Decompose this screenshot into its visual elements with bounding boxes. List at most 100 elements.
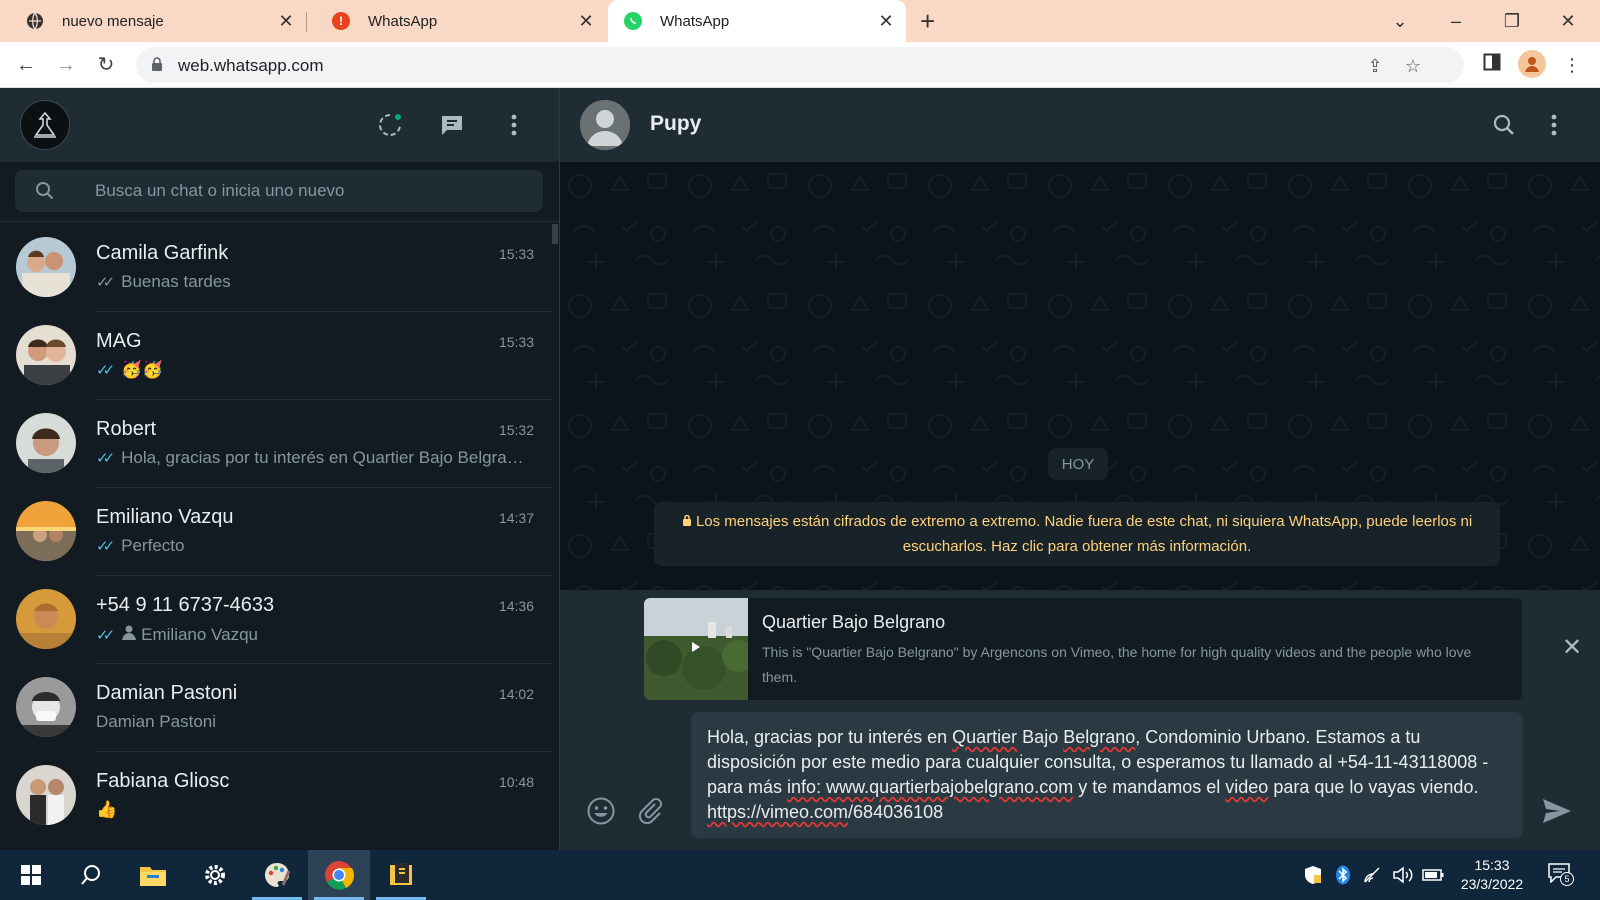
- tab-close-icon[interactable]: ✕: [276, 11, 296, 31]
- chat-preview: ✓✓ Hola, gracias por tu interés en Quart…: [96, 448, 526, 467]
- chat-sidebar: Camila Garfink 15:33 ✓✓ Buenas tardes MA…: [0, 88, 560, 850]
- back-arrow-icon[interactable]: ←: [12, 51, 40, 79]
- browser-menu-icon[interactable]: ⋮: [1558, 51, 1586, 79]
- forward-arrow-icon[interactable]: →: [52, 51, 80, 79]
- chat-time: 14:37: [498, 510, 534, 526]
- composer-area: Quartier Bajo Belgrano This is "Quartier…: [560, 590, 1600, 850]
- clock-date: 23/3/2022: [1460, 876, 1524, 892]
- date-chip: HOY: [1048, 448, 1108, 480]
- emoji-icon[interactable]: [584, 794, 618, 828]
- notifications-icon[interactable]: 5: [1548, 862, 1574, 886]
- double-check-icon: ✓✓: [96, 450, 115, 467]
- lock-icon: [150, 56, 164, 72]
- window-close-icon[interactable]: ✕: [1540, 0, 1596, 42]
- volume-icon[interactable]: [1392, 864, 1414, 886]
- sidebar-header: [0, 88, 559, 162]
- contact-default-avatar[interactable]: [580, 100, 630, 150]
- windows-taskbar: 15:33 23/3/2022 5: [0, 850, 1600, 900]
- bluetooth-icon[interactable]: [1332, 864, 1354, 886]
- chat-item-fabiana-gliosc[interactable]: Fabiana Gliosc 10:48 👍: [0, 750, 552, 840]
- tab-whatsapp-error[interactable]: ! WhatsApp ✕: [306, 0, 606, 42]
- chat-list: Camila Garfink 15:33 ✓✓ Buenas tardes MA…: [0, 222, 552, 850]
- notification-count-badge: 5: [1560, 872, 1574, 886]
- browser-toolbar: ← → ↻ web.whatsapp.com ⇪ ☆ ⋮: [0, 42, 1600, 88]
- chat-name: Fabiana Gliosc: [96, 770, 230, 792]
- contact-avatar: [16, 589, 76, 649]
- share-icon[interactable]: ⇪: [1362, 53, 1388, 79]
- tab-close-icon[interactable]: ✕: [876, 11, 896, 31]
- file-explorer-icon[interactable]: [122, 850, 184, 900]
- my-avatar[interactable]: [20, 100, 70, 150]
- chat-item-phone-number[interactable]: +54 9 11 6737-4633 14:36 ✓✓ Emiliano Vaz…: [0, 574, 552, 664]
- chat-preview: Damian Pastoni: [96, 712, 217, 731]
- link-preview[interactable]: Quartier Bajo Belgrano This is "Quartier…: [644, 598, 1522, 700]
- message-input[interactable]: Hola, gracias por tu interés en Quartier…: [691, 712, 1523, 838]
- taskbar-search-icon[interactable]: [60, 850, 122, 900]
- chat-item-robert[interactable]: Robert 15:32 ✓✓ Hola, gracias por tu int…: [0, 398, 552, 488]
- spellcheck-word: info: www.quartierbajobelgrano.com: [787, 777, 1074, 797]
- new-chat-icon[interactable]: [438, 111, 466, 139]
- menu-icon[interactable]: [500, 111, 528, 139]
- minimize-icon[interactable]: –: [1428, 0, 1484, 42]
- tab-nuevo-mensaje[interactable]: nuevo mensaje ✕: [0, 0, 306, 42]
- globe-icon: [26, 12, 44, 30]
- link-preview-thumbnail: [644, 598, 754, 700]
- chrome-taskbar-icon[interactable]: [308, 850, 370, 900]
- conversation-header[interactable]: Pupy: [560, 88, 1600, 162]
- tab-close-icon[interactable]: ✕: [576, 11, 596, 31]
- paint-app-icon[interactable]: [246, 850, 308, 900]
- chat-time: 15:32: [498, 422, 534, 438]
- chat-time: 14:36: [498, 598, 534, 614]
- spellcheck-word: https://vimeo.com: [707, 802, 849, 822]
- close-preview-icon[interactable]: ✕: [1560, 636, 1584, 660]
- send-icon[interactable]: [1540, 794, 1574, 828]
- search-messages-icon[interactable]: [1490, 111, 1518, 139]
- link-preview-description: This is "Quartier Bajo Belgrano" by Arge…: [762, 644, 1472, 685]
- contact-name: Pupy: [650, 112, 702, 135]
- alert-icon: !: [332, 12, 350, 30]
- chat-item-camila-garfink[interactable]: Camila Garfink 15:33 ✓✓ Buenas tardes: [0, 222, 552, 312]
- archive-app-icon[interactable]: [370, 850, 432, 900]
- encryption-text: Los mensajes están cifrados de extremo a…: [695, 513, 1473, 555]
- tab-search-chevron-icon[interactable]: ⌄: [1372, 0, 1428, 42]
- search-icon: [35, 181, 55, 206]
- chat-item-emiliano-vazqu[interactable]: Emiliano Vazqu 14:37 ✓✓ Perfecto: [0, 486, 552, 576]
- chat-name: +54 9 11 6737-4633: [96, 594, 275, 616]
- link-preview-title: Quartier Bajo Belgrano: [762, 612, 946, 632]
- contact-avatar: [16, 765, 76, 825]
- restore-icon[interactable]: ❐: [1484, 0, 1540, 42]
- new-tab-button[interactable]: +: [920, 8, 935, 34]
- attach-clip-icon[interactable]: [634, 794, 668, 828]
- address-bar[interactable]: web.whatsapp.com ⇪ ☆: [136, 47, 1464, 83]
- chat-name: Emiliano Vazqu: [96, 506, 234, 528]
- side-panel-icon[interactable]: [1478, 51, 1506, 79]
- windows-start-icon[interactable]: [0, 850, 62, 900]
- taskbar-clock[interactable]: 15:33 23/3/2022: [1456, 856, 1528, 894]
- tab-whatsapp-active[interactable]: WhatsApp ✕: [608, 0, 906, 42]
- chat-time: 14:02: [498, 686, 534, 702]
- chat-time: 15:33: [498, 246, 534, 262]
- whatsapp-app: Camila Garfink 15:33 ✓✓ Buenas tardes MA…: [0, 88, 1600, 850]
- clock-time: 15:33: [1474, 857, 1510, 873]
- wifi-icon[interactable]: [1362, 864, 1384, 886]
- chat-preview: ✓✓ Buenas tardes: [96, 272, 231, 291]
- conversation-menu-icon[interactable]: [1540, 111, 1568, 139]
- reload-icon[interactable]: ↻: [92, 51, 120, 79]
- battery-icon[interactable]: [1422, 864, 1444, 886]
- double-check-icon: ✓✓: [96, 362, 115, 379]
- bookmark-star-icon[interactable]: ☆: [1400, 53, 1426, 79]
- status-icon[interactable]: [376, 111, 404, 139]
- contact-avatar: [16, 325, 76, 385]
- double-check-icon: ✓✓: [96, 274, 115, 291]
- chat-item-mag[interactable]: MAG 15:33 ✓✓ 🥳🥳: [0, 310, 552, 400]
- chat-item-damian-pastoni[interactable]: Damian Pastoni 14:02 Damian Pastoni: [0, 662, 552, 752]
- security-shield-icon[interactable]: [1302, 864, 1324, 886]
- chat-search-box[interactable]: [15, 170, 543, 212]
- chatlist-scrollbar[interactable]: [552, 224, 558, 244]
- settings-gear-icon[interactable]: [184, 850, 246, 900]
- chat-search-input[interactable]: [95, 170, 535, 212]
- contact-card-icon: [121, 624, 137, 645]
- profile-avatar[interactable]: [1518, 50, 1546, 78]
- encryption-notice[interactable]: Los mensajes están cifrados de extremo a…: [654, 502, 1500, 566]
- chat-name: Robert: [96, 418, 157, 440]
